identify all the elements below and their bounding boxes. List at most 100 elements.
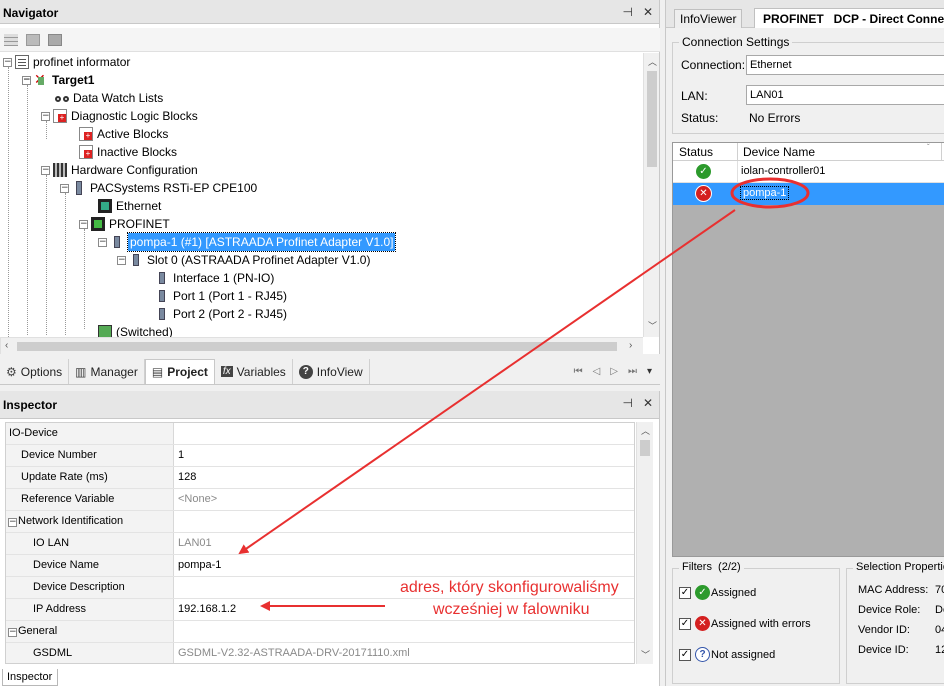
tree-item[interactable]: (Switched): [98, 323, 173, 337]
scroll-right-icon[interactable]: ›: [629, 340, 632, 351]
gear-icon: ⚙: [6, 364, 17, 379]
ok-status-icon: ✓: [695, 585, 710, 600]
tab-variables[interactable]: fx Variables: [215, 359, 293, 384]
tree-item[interactable]: Ethernet: [98, 197, 161, 215]
navigator-hscrollbar[interactable]: ‹ ›: [0, 337, 643, 354]
annotation-line2: wcześniej w falowniku: [433, 601, 590, 618]
checkbox[interactable]: ✓: [679, 617, 691, 630]
ethernet-icon: [98, 199, 112, 213]
close-icon[interactable]: ✕: [643, 396, 653, 410]
next-tab-icon[interactable]: ▷: [610, 366, 618, 377]
help-icon: ?: [298, 364, 313, 379]
right-panel: InfoViewer PROFINET DCP - Direct Connect…: [665, 0, 944, 686]
last-tab-icon[interactable]: ⏭: [628, 366, 637, 377]
tree-label: Active Blocks: [97, 127, 169, 141]
device-id-label: Device ID:: [858, 644, 909, 656]
navigator-panel: Navigator ⊣ ✕ −profinet informator −✕Targ…: [0, 0, 660, 354]
books-icon: ▥: [75, 364, 87, 379]
tree-item[interactable]: − PROFINET: [79, 215, 170, 233]
tree-item[interactable]: − Hardware Configuration: [41, 161, 198, 179]
property-row[interactable]: Device Name pompa-1: [6, 555, 634, 577]
lan-label: LAN:: [681, 89, 708, 103]
tree-item[interactable]: − profinet informator: [3, 53, 130, 71]
tree-item[interactable]: − PACSystems RSTi-EP CPE100: [60, 179, 257, 197]
tree-item[interactable]: − + Diagnostic Logic Blocks: [41, 107, 198, 125]
category-network-identification[interactable]: −Network Identification: [6, 511, 634, 533]
tab-profinet-dcp[interactable]: PROFINET DCP - Direct Connect: [754, 8, 944, 28]
connection-field[interactable]: Ethernet: [746, 55, 944, 75]
filter-not-assigned[interactable]: ✓ ? Not assigned: [679, 647, 775, 662]
tab-menu-icon[interactable]: ▾: [647, 366, 652, 377]
property-row[interactable]: IO LAN LAN01: [6, 533, 634, 555]
slot-icon: [129, 253, 143, 267]
connection-label: Connection:: [681, 58, 746, 72]
tab-project[interactable]: ▤ Project: [144, 359, 215, 384]
fx-icon: fx: [220, 366, 233, 377]
tab-manager[interactable]: ▥ Manager: [69, 359, 145, 384]
pin-icon[interactable]: ⊣: [622, 396, 632, 410]
tree-label: Data Watch Lists: [73, 91, 164, 105]
collapse-icon[interactable]: −: [8, 628, 17, 637]
inspector-bottom-tab[interactable]: Inspector: [2, 669, 58, 686]
tree-label: Interface 1 (PN-IO): [173, 271, 275, 285]
tree-item[interactable]: + Active Blocks: [79, 125, 168, 143]
chart-view-icon[interactable]: [26, 34, 40, 46]
category-general[interactable]: −General: [6, 621, 634, 643]
pin-icon[interactable]: ⊣: [622, 5, 632, 19]
inspector-header: Inspector ⊣ ✕: [0, 391, 659, 419]
tree-label: Slot 0 (ASTRAADA Profinet Adapter V1.0): [147, 253, 371, 267]
first-tab-icon[interactable]: ⏮: [574, 366, 583, 377]
filter-assigned[interactable]: ✓ ✓ Assigned: [679, 585, 756, 600]
checkbox[interactable]: ✓: [679, 648, 691, 661]
inspector-vscrollbar[interactable]: ︿ ﹀: [636, 422, 653, 664]
column-device-name[interactable]: Device Name: [743, 145, 815, 159]
tree-label: Ethernet: [116, 199, 162, 213]
tree-item[interactable]: Port 2 (Port 2 - RJ45): [155, 305, 287, 323]
device-icon: [110, 235, 124, 249]
collapse-icon[interactable]: −: [8, 518, 17, 527]
device-view-icon[interactable]: [48, 34, 62, 46]
navigator-tabs: ⚙ Options ▥ Manager ▤ Project fx Variables ?…: [0, 359, 660, 385]
tree-item[interactable]: + Inactive Blocks: [79, 143, 177, 161]
scroll-left-icon[interactable]: ‹: [5, 340, 8, 351]
scroll-down-icon[interactable]: ﹀: [641, 648, 650, 661]
property-row[interactable]: Device Number 1: [6, 445, 634, 467]
checkbox[interactable]: ✓: [679, 586, 691, 599]
property-row[interactable]: Reference Variable <None>: [6, 489, 634, 511]
tree-item[interactable]: Port 1 (Port 1 - RJ45): [155, 287, 287, 305]
device-row[interactable]: ✓ iolan-controller01: [673, 161, 944, 183]
tree-item-selected[interactable]: − pompa-1 (#1) [ASTRAADA Profinet Adapter…: [98, 232, 397, 252]
tree-item[interactable]: −✕Target1: [22, 71, 94, 89]
scroll-up-icon[interactable]: ︿: [648, 55, 657, 68]
tab-infoviewer[interactable]: InfoViewer: [674, 9, 743, 28]
property-row[interactable]: GSDML GSDML-V2.32-ASTRAADA-DRV-20171110.x…: [6, 643, 634, 663]
lan-field[interactable]: LAN01: [746, 85, 944, 105]
column-status[interactable]: Status: [679, 145, 713, 159]
device-role-value: De: [935, 604, 944, 616]
device-row-selected[interactable]: ✕ pompa-1: [673, 183, 944, 205]
close-icon[interactable]: ✕: [643, 5, 653, 19]
tree-label: (Switched): [116, 325, 173, 337]
tree-label: Hardware Configuration: [71, 163, 198, 177]
logic-block-icon: +: [53, 109, 67, 123]
status-value: No Errors: [749, 111, 801, 125]
scroll-down-icon[interactable]: ﹀: [648, 319, 657, 332]
navigator-title: Navigator: [3, 6, 59, 20]
grid-view-icon[interactable]: [4, 34, 18, 46]
unknown-status-icon: ?: [695, 647, 710, 662]
tree-item[interactable]: Data Watch Lists: [55, 89, 163, 107]
tab-infoview[interactable]: ? InfoView: [293, 359, 370, 384]
tree-item[interactable]: − Slot 0 (ASTRAADA Profinet Adapter V1.0): [117, 251, 370, 269]
prev-tab-icon[interactable]: ◁: [593, 366, 601, 377]
category-io-device[interactable]: IO-Device: [6, 423, 634, 445]
tab-options[interactable]: ⚙ Options: [0, 359, 70, 384]
scroll-up-icon[interactable]: ︿: [641, 424, 650, 437]
tree-item[interactable]: Interface 1 (PN-IO): [155, 269, 274, 287]
property-row[interactable]: Update Rate (ms) 128: [6, 467, 634, 489]
sort-icon: ˇ: [927, 143, 930, 152]
filters-title: Filters (2/2): [679, 561, 744, 573]
filter-assigned-with-errors[interactable]: ✓ ✕ Assigned with errors: [679, 616, 811, 631]
error-status-icon: ✕: [696, 186, 711, 201]
tree-label: Inactive Blocks: [97, 145, 178, 159]
navigator-vscrollbar[interactable]: ︿ ﹀: [643, 53, 659, 337]
